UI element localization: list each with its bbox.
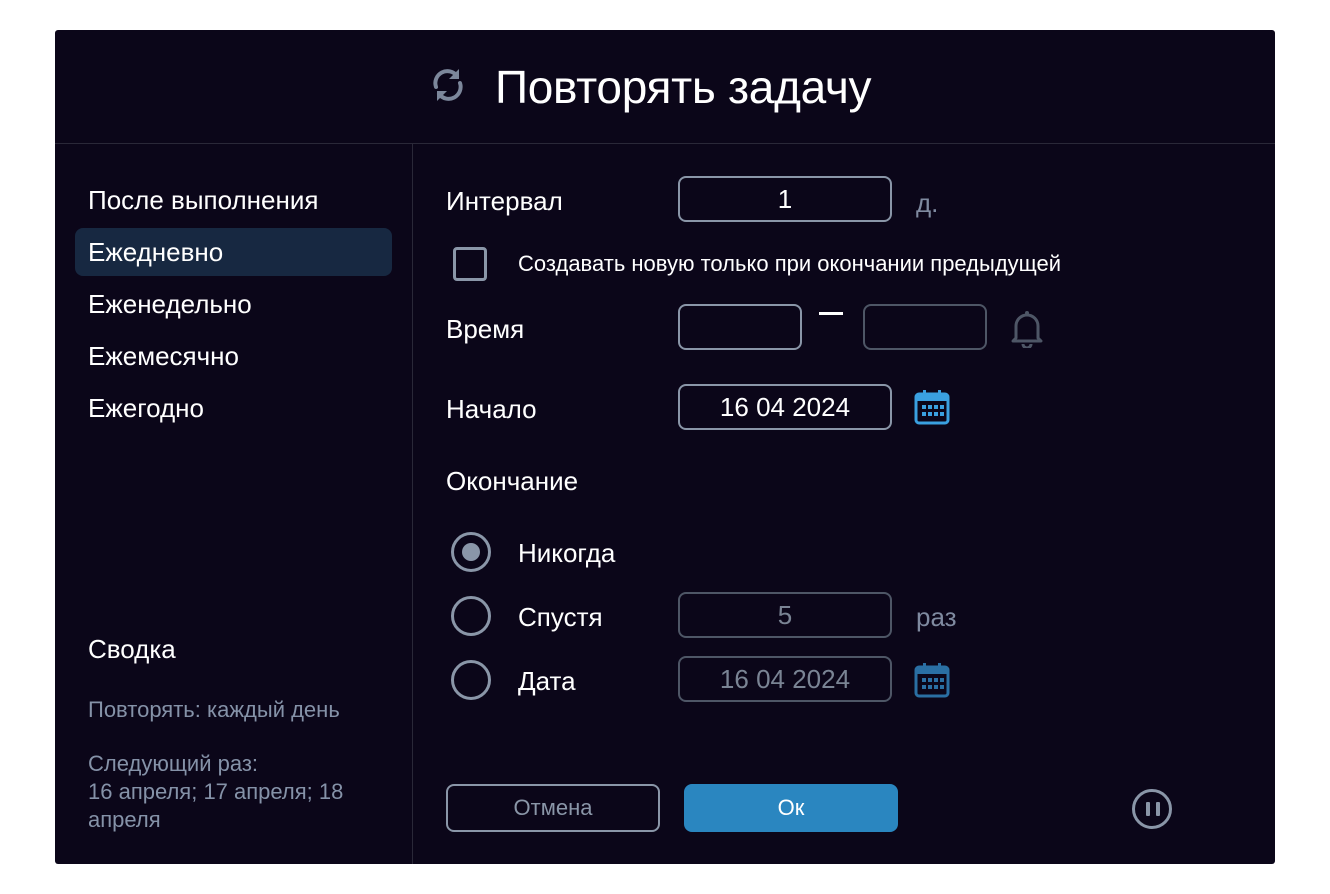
- dialog-header: Повторять задачу: [55, 30, 1275, 144]
- end-after-radio[interactable]: [451, 596, 491, 636]
- end-date-radio[interactable]: [451, 660, 491, 700]
- sidebar-item-monthly[interactable]: Ежемесячно: [75, 332, 392, 380]
- sidebar-item-yearly[interactable]: Ежегодно: [75, 384, 392, 432]
- pause-button[interactable]: [1132, 789, 1172, 829]
- start-date-input[interactable]: 16 04 2024: [678, 384, 892, 430]
- repeat-task-dialog: Повторять задачу После выполнения Ежедне…: [55, 30, 1275, 864]
- summary-next-dates: 16 апреля; 17 апреля; 18: [88, 779, 344, 804]
- repeat-type-sidebar: После выполнения Ежедневно Еженедельно Е…: [55, 144, 413, 864]
- calendar-icon[interactable]: [914, 389, 950, 425]
- interval-unit: д.: [916, 188, 939, 218]
- dialog-title: Повторять задачу: [495, 61, 872, 113]
- end-after-label: Спустя: [518, 602, 603, 632]
- end-date-input[interactable]: 16 04 2024: [678, 656, 892, 702]
- summary-next-dates-cont: апреля: [88, 807, 161, 832]
- time-from-input[interactable]: [678, 304, 802, 350]
- pause-icon: [1146, 802, 1150, 816]
- cancel-button[interactable]: Отмена: [446, 784, 660, 832]
- refresh-icon: [433, 69, 463, 101]
- end-never-label: Никогда: [518, 538, 616, 568]
- end-after-count-input[interactable]: 5: [678, 592, 892, 638]
- ok-button[interactable]: Ок: [684, 784, 898, 832]
- end-after-unit: раз: [916, 602, 957, 632]
- interval-label: Интервал: [446, 186, 563, 216]
- bell-icon[interactable]: [1008, 308, 1046, 348]
- start-label: Начало: [446, 394, 537, 424]
- create-only-after-label: Создавать новую только при окончании пре…: [518, 251, 1062, 276]
- end-never-radio[interactable]: [451, 532, 491, 572]
- sidebar-item-daily[interactable]: Ежедневно: [75, 228, 392, 276]
- summary-title: Сводка: [88, 634, 176, 664]
- summary-next-label: Следующий раз:: [88, 751, 259, 776]
- pause-icon-bar: [1156, 802, 1160, 816]
- time-range-dash: [819, 312, 843, 315]
- summary-repeat-text: Повторять: каждый день: [88, 697, 340, 722]
- time-label: Время: [446, 314, 525, 344]
- radio-selected-dot: [462, 543, 480, 561]
- end-label: Окончание: [446, 466, 579, 496]
- create-only-after-checkbox[interactable]: [453, 247, 487, 281]
- sidebar-item-weekly[interactable]: Еженедельно: [75, 280, 392, 328]
- end-date-label: Дата: [518, 666, 576, 696]
- end-calendar-icon[interactable]: [914, 662, 950, 698]
- sidebar-item-after-completion[interactable]: После выполнения: [75, 176, 392, 224]
- interval-input[interactable]: 1: [678, 176, 892, 222]
- time-to-input[interactable]: [863, 304, 987, 350]
